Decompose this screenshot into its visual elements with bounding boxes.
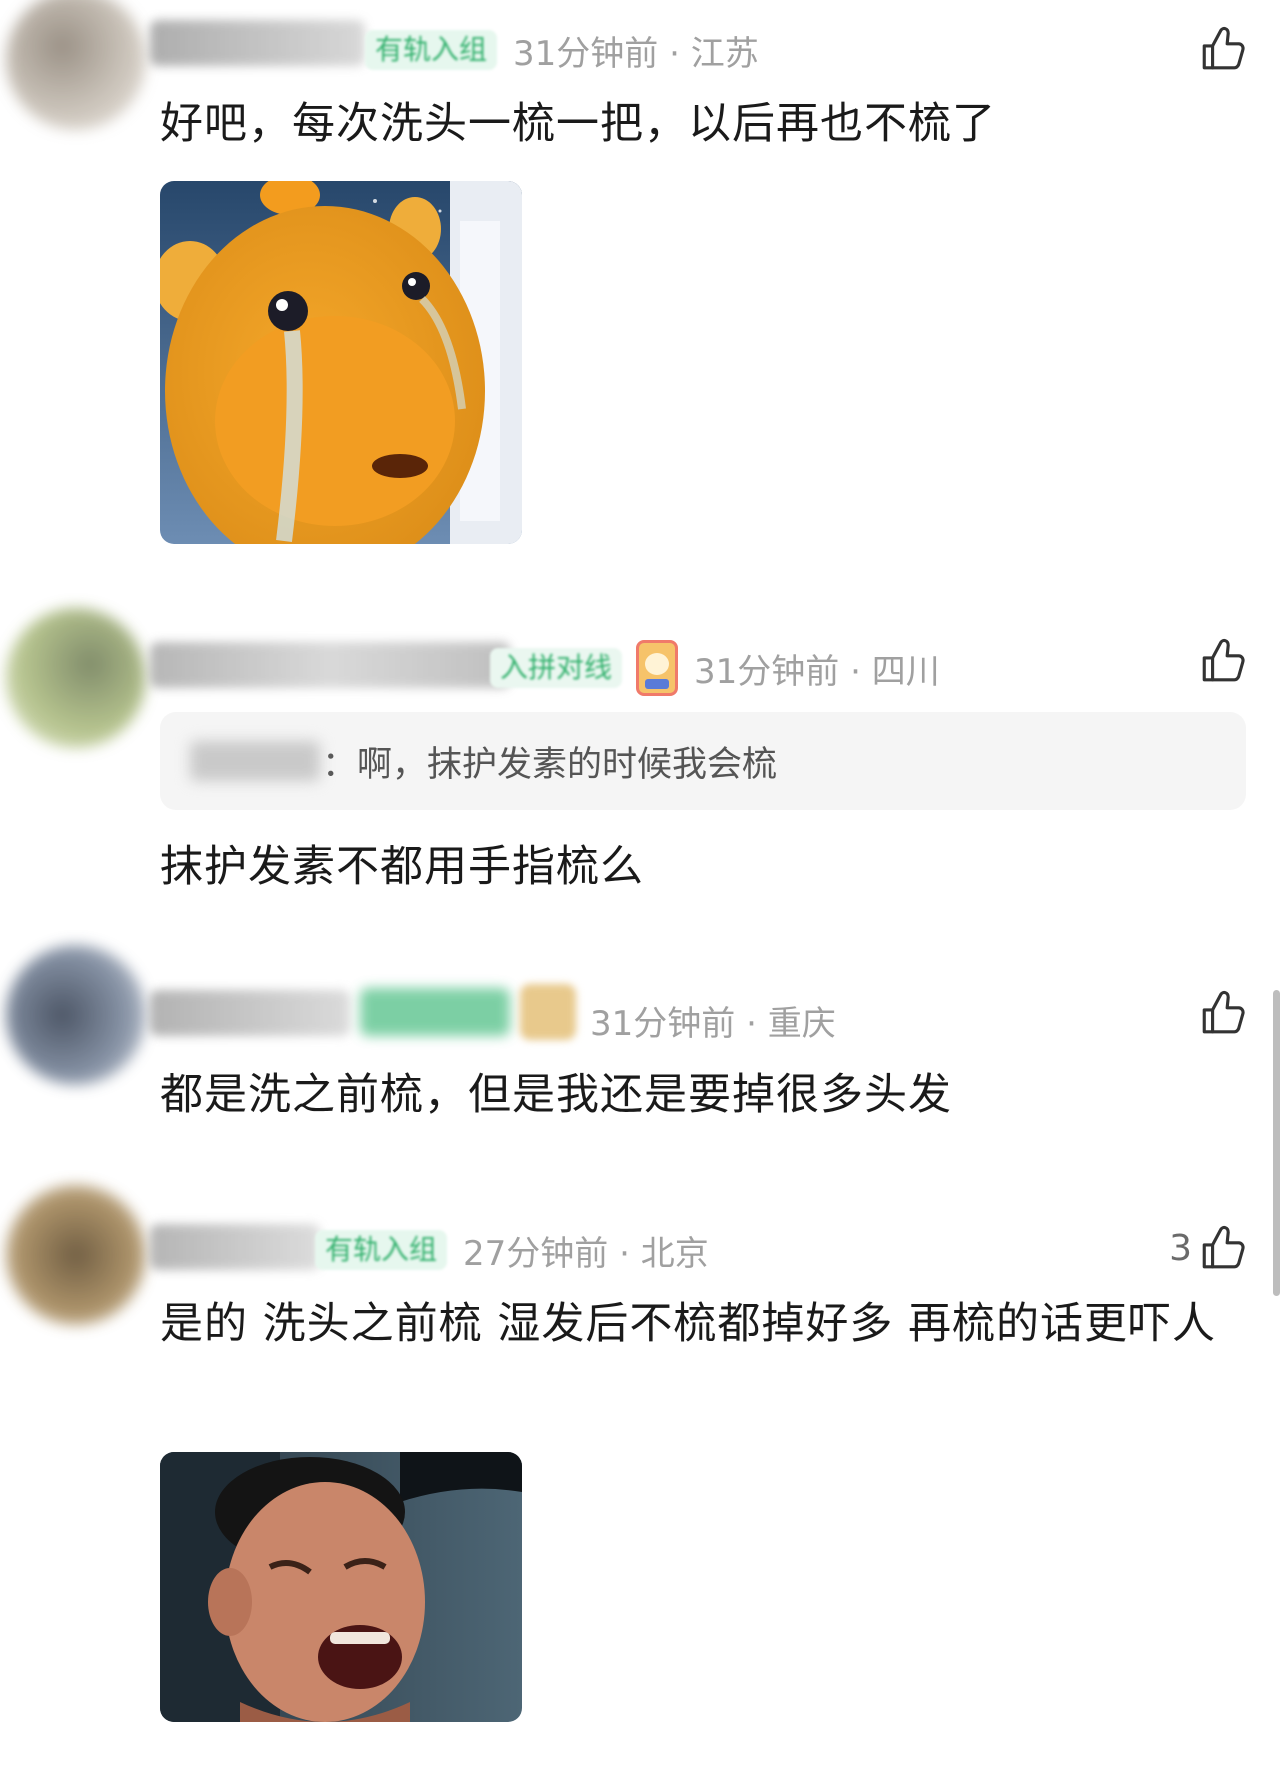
user-badge: 有轨入组 [315,1230,448,1270]
avatar[interactable] [6,0,146,130]
thumbs-up-icon [1198,24,1248,74]
like-button[interactable] [1198,24,1248,74]
comment-meta: 有轨入组 27分钟前 · 北京 [315,1222,709,1278]
username[interactable] [150,20,365,66]
like-button[interactable] [1198,988,1248,1038]
quoted-reply[interactable]: ：啊，抹护发素的时候我会梳 [160,712,1246,810]
avatar[interactable] [6,945,146,1085]
comment-text: 抹护发素不都用手指梳么 [160,842,644,892]
medal-icon [636,640,679,696]
like-button[interactable] [1198,636,1248,686]
crying-cartoon-image [160,181,522,544]
like-count: 3 [1169,1227,1192,1269]
timestamp: 27分钟前 · 北京 [463,1233,709,1274]
comment-text: 都是洗之前梳，但是我还是要掉很多头发 [160,1070,952,1120]
quoted-username [190,741,320,781]
timestamp: 31分钟前 · 重庆 [590,1003,836,1044]
comment-image[interactable] [160,181,522,544]
avatar[interactable] [6,608,146,748]
user-badge: 有轨入组 [365,30,498,70]
user-badge [360,988,510,1036]
medal-icon [520,984,576,1040]
comment-meta: 31分钟前 · 重庆 [582,992,836,1048]
avatar[interactable] [6,1185,146,1325]
comment-meta: 入拼对线 31分钟前 · 四川 [490,640,940,696]
username[interactable] [150,990,350,1036]
username[interactable] [150,1224,320,1270]
comment-text: 是的 洗头之前梳 湿发后不梳都掉好多 再梳的话更吓人 [160,1299,1217,1349]
scrollbar[interactable] [1273,990,1280,1296]
crying-man-image [160,1452,522,1722]
thumbs-up-icon [1198,636,1248,686]
comment-text: 好吧，每次洗头一梳一把，以后再也不梳了 [160,99,996,149]
comment-meta: 有轨入组 31分钟前 · 江苏 [365,22,759,78]
timestamp: 31分钟前 · 四川 [694,651,940,692]
comment-image[interactable] [160,1452,522,1722]
user-badge: 入拼对线 [490,648,623,688]
username[interactable] [150,642,510,688]
thumbs-up-icon [1198,1223,1248,1273]
like-button[interactable]: 3 [1169,1223,1248,1273]
timestamp: 31分钟前 · 江苏 [513,33,759,74]
quoted-text: ：啊，抹护发素的时候我会梳 [322,744,778,785]
thumbs-up-icon [1198,988,1248,1038]
